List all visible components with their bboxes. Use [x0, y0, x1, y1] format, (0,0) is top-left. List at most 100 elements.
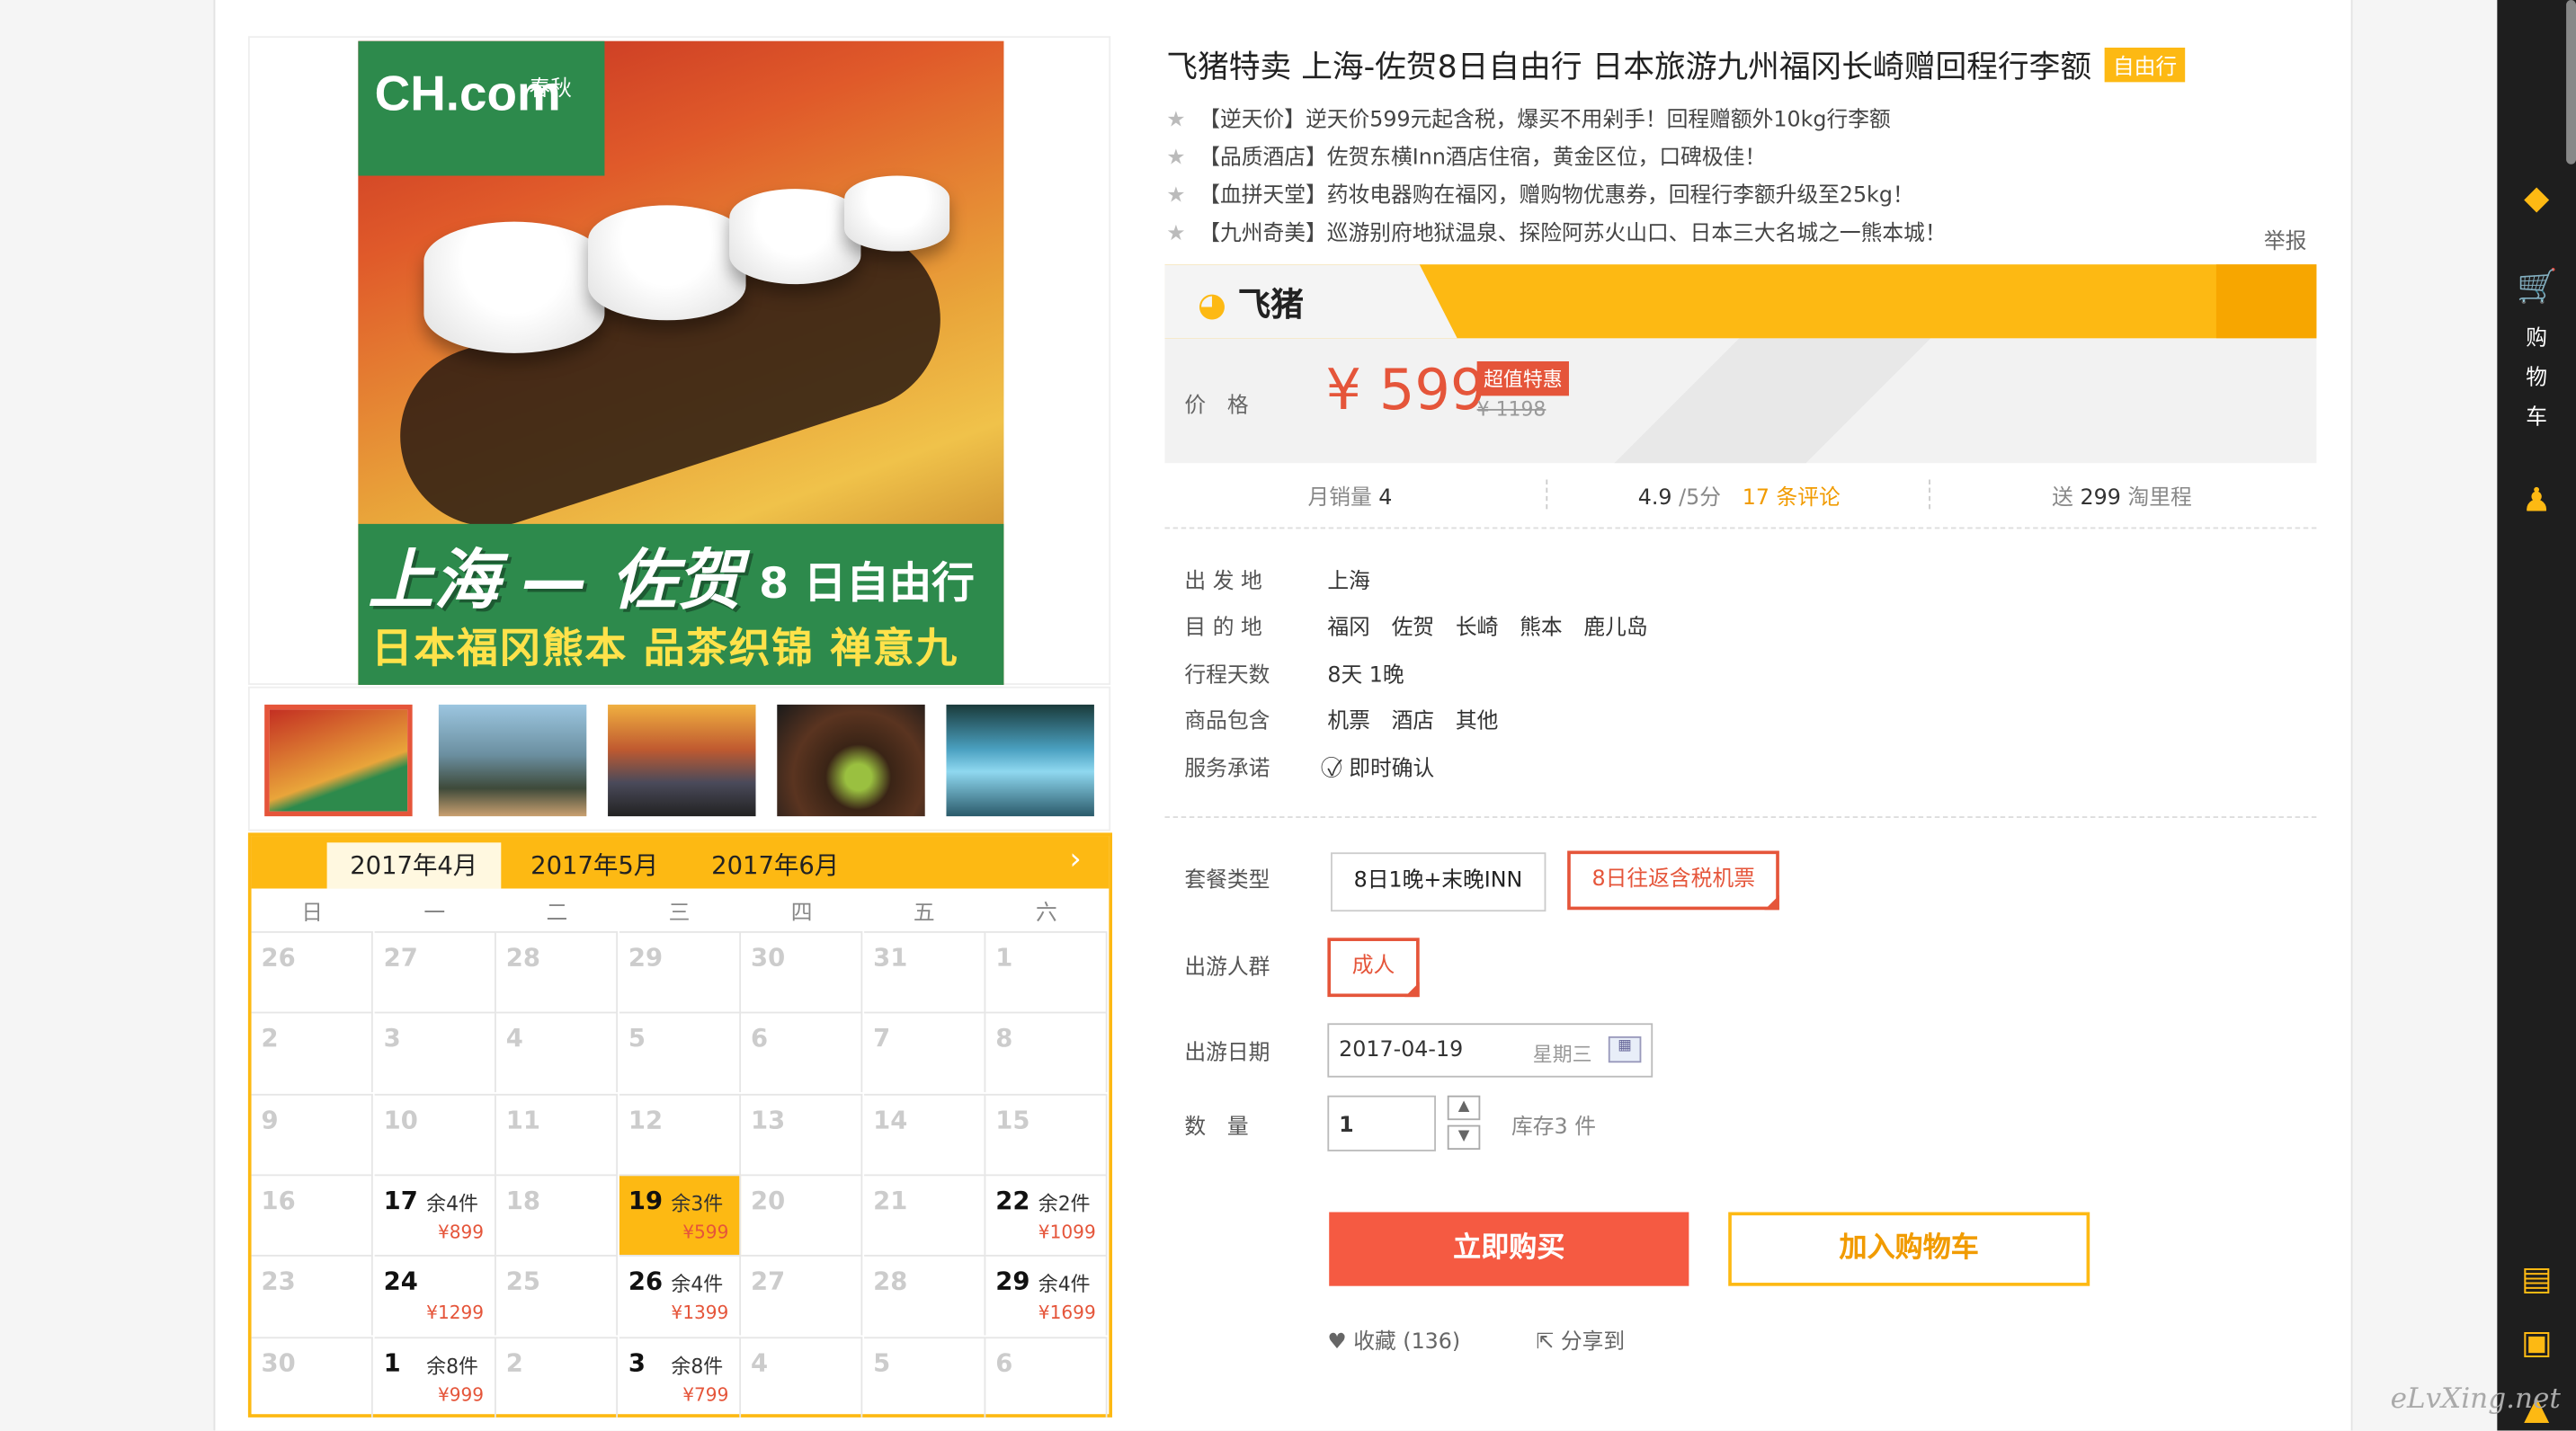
- remaining-stock: 余3件: [671, 1192, 724, 1215]
- qty-increase-icon[interactable]: ▲: [1447, 1095, 1481, 1121]
- cart-label[interactable]: 车: [2524, 399, 2550, 439]
- calendar-day[interactable]: 24 ¥1299: [373, 1255, 495, 1336]
- tea-cup-image: [729, 189, 861, 285]
- share-button[interactable]: ⇱ 分享到: [1536, 1324, 1625, 1355]
- calendar-day[interactable]: 26 余4件 ¥1399: [618, 1255, 741, 1336]
- report-link[interactable]: 举报: [2264, 223, 2307, 254]
- thumbnail-3[interactable]: [608, 704, 756, 817]
- calendar-day: 25: [495, 1255, 619, 1336]
- month-tab-2[interactable]: 2017年5月: [508, 842, 682, 888]
- star-icon: ★: [1166, 146, 1186, 172]
- day-price: ¥899: [437, 1222, 485, 1243]
- crowd-option-adult[interactable]: 成人: [1327, 938, 1420, 998]
- weekday-value: 星期三: [1532, 1043, 1592, 1066]
- calendar-day: 31: [863, 931, 985, 1012]
- price-box: 价 格 ¥ 599 超值特惠 ¥ 1198: [1164, 338, 2317, 464]
- day-number: 26: [628, 1267, 664, 1297]
- day-number: 28: [873, 1267, 908, 1297]
- feature-4: ★ 【九州奇美】巡游别府地狱温泉、探险阿苏火山口、日本三大名城之一熊本城！: [1166, 215, 1946, 246]
- buy-now-button[interactable]: 立即购买: [1329, 1212, 1689, 1286]
- fliggy-logo: ◕ 飞猪: [1198, 278, 1304, 325]
- day-price: ¥599: [682, 1222, 729, 1243]
- info-label-destination: 目 的 地: [1184, 616, 1262, 641]
- main-product-image[interactable]: CH.com 春秋 上海 — 佐贺 8 日自由行 日本福冈熊本 品茶织锦 禅意九…: [358, 40, 1004, 685]
- calendar-day[interactable]: 29 余4件 ¥1699: [985, 1255, 1108, 1336]
- calendar-day[interactable]: 3 余8件 ¥799: [618, 1336, 741, 1417]
- check-icon: ✓⃝: [1327, 757, 1342, 782]
- day-number: 30: [261, 1347, 296, 1378]
- calendar-day: 20: [741, 1174, 863, 1255]
- thumbnail-1[interactable]: [264, 704, 413, 817]
- miles-value: 299: [2080, 485, 2121, 511]
- calendar-day[interactable]: 1 余8件 ¥999: [373, 1336, 495, 1417]
- calendar-day: 2: [251, 1012, 373, 1093]
- calendar-day: 7: [863, 1012, 985, 1093]
- month-tab-3[interactable]: 2017年6月: [689, 842, 862, 888]
- note-icon[interactable]: ▤: [2517, 1258, 2556, 1298]
- calendar-day[interactable]: 19 余3件 ¥599: [618, 1174, 741, 1255]
- calendar-day: 28: [495, 931, 619, 1012]
- calendar-icon[interactable]: ▦: [1608, 1035, 1642, 1063]
- layout-icon[interactable]: ▣: [2517, 1322, 2556, 1362]
- calendar-day: 3: [373, 1012, 495, 1093]
- day-number: 31: [873, 942, 908, 973]
- stats-bar: 月销量 4 4.9 /5分 17 条评论 送 299 淘里程: [1164, 473, 2317, 529]
- add-to-cart-button[interactable]: 加入购物车: [1728, 1212, 2090, 1286]
- banner-subtitle: 日本福冈熊本 品茶织锦 禅意九州: [370, 624, 959, 685]
- weekday-header: 一: [423, 902, 446, 927]
- user-icon[interactable]: ♟: [2517, 480, 2556, 520]
- thumbnail-2[interactable]: [438, 704, 587, 817]
- day-price: ¥1099: [1038, 1222, 1096, 1243]
- calendar-day: 30: [741, 931, 863, 1012]
- weekday-header: 三: [668, 902, 691, 927]
- favorite-text: 收藏 (136): [1353, 1330, 1461, 1355]
- quantity-input[interactable]: 1: [1327, 1095, 1436, 1151]
- reviews-link[interactable]: 17 条评论: [1743, 486, 1841, 511]
- thumbnail-4[interactable]: [777, 704, 925, 817]
- day-number: 2: [505, 1347, 523, 1378]
- cart-label[interactable]: 购: [2524, 320, 2550, 360]
- calendar-day[interactable]: 22 余2件 ¥1099: [985, 1174, 1108, 1255]
- package-option-1[interactable]: 8日1晚+末晚INN: [1331, 852, 1546, 912]
- crowd-label: 出游人群: [1184, 955, 1270, 981]
- day-number: 27: [751, 1267, 786, 1297]
- thumbnail-5[interactable]: [946, 704, 1094, 817]
- favorite-button[interactable]: ♥ 收藏 (136): [1327, 1324, 1460, 1355]
- calendar-day[interactable]: 17 余4件 ¥899: [373, 1174, 495, 1255]
- day-number: 10: [383, 1104, 418, 1134]
- original-price: ¥ 1198: [1476, 397, 1546, 421]
- day-number: 7: [873, 1023, 891, 1053]
- day-number: 5: [628, 1023, 646, 1053]
- day-number: 13: [751, 1104, 786, 1134]
- date-picker[interactable]: 2017-04-19 星期三 ▦: [1327, 1023, 1653, 1078]
- remaining-stock: 余4件: [1038, 1273, 1091, 1297]
- day-price: ¥1299: [426, 1302, 485, 1325]
- day-number: 20: [751, 1186, 786, 1215]
- day-number: 4: [505, 1023, 523, 1053]
- calendar-day: 2: [495, 1336, 619, 1417]
- day-number: 25: [505, 1267, 540, 1297]
- cart-icon[interactable]: 🛒: [2517, 266, 2558, 306]
- coupon-icon[interactable]: ◆: [2517, 177, 2556, 217]
- day-number: 21: [873, 1186, 908, 1215]
- feature-2: ★ 【品质酒店】佐贺东横Inn酒店住宿，黄金区位，口碑极佳！: [1166, 139, 1766, 171]
- scrollbar[interactable]: [2566, 0, 2576, 164]
- main-image-frame: CH.com 春秋 上海 — 佐贺 8 日自由行 日本福冈熊本 品茶织锦 禅意九…: [247, 36, 1111, 685]
- remaining-stock: 余8件: [671, 1354, 724, 1378]
- brand-logo: CH.com 春秋: [358, 40, 605, 176]
- star-icon: ★: [1166, 183, 1186, 209]
- day-number: 30: [751, 942, 786, 973]
- monthly-sales: 月销量 4: [1307, 480, 1392, 511]
- brand-logo-sub: 春秋: [529, 76, 572, 102]
- remaining-stock: 余4件: [671, 1273, 724, 1297]
- qty-decrease-icon[interactable]: ▼: [1447, 1124, 1481, 1151]
- rating: 4.9 /5分 17 条评论: [1638, 480, 1841, 511]
- calendar-day: 13: [741, 1093, 863, 1174]
- fliggy-banner: ◕ 飞猪: [1164, 264, 2317, 339]
- next-month-icon[interactable]: ›: [1070, 842, 1082, 876]
- day-number: 14: [873, 1104, 908, 1134]
- month-tab-1[interactable]: 2017年4月: [326, 842, 501, 889]
- cart-label[interactable]: 物: [2524, 360, 2550, 399]
- share-text: 分享到: [1560, 1330, 1626, 1355]
- package-option-2[interactable]: 8日往返含税机票: [1567, 850, 1780, 911]
